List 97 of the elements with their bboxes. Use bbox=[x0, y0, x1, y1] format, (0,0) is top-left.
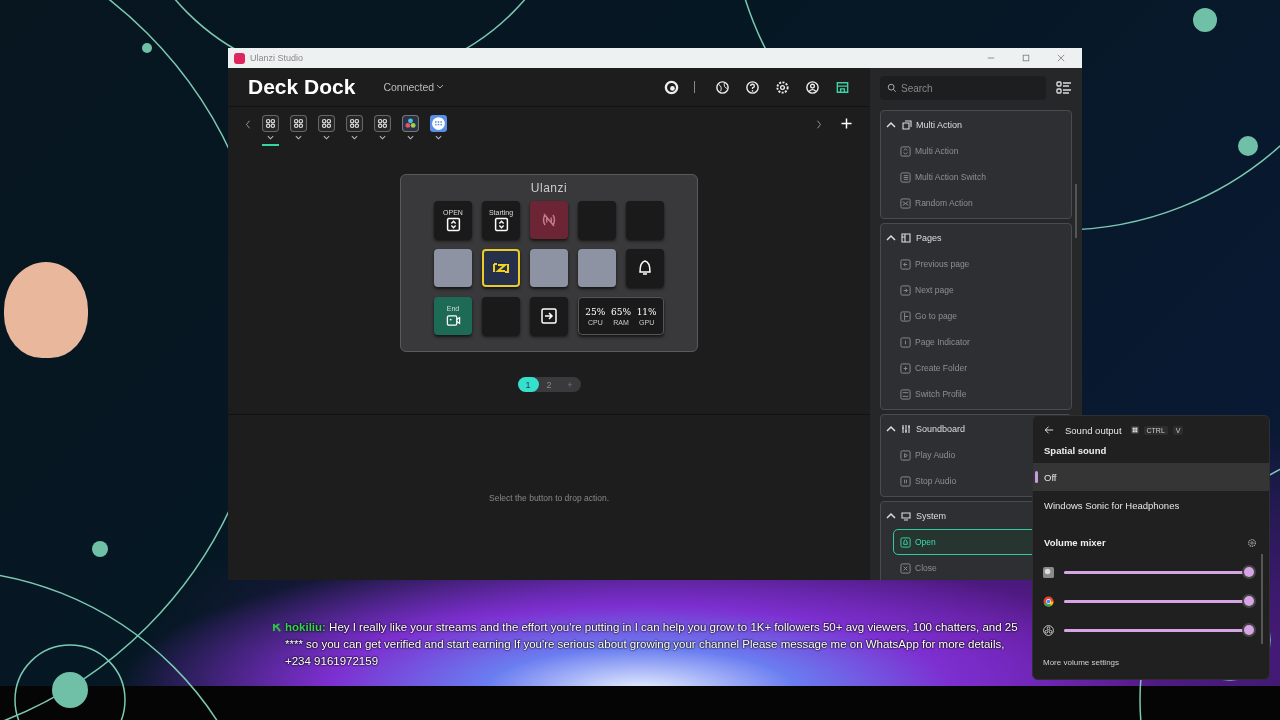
up-down-icon bbox=[445, 216, 461, 232]
group-icon bbox=[900, 422, 912, 435]
planet-dot bbox=[52, 672, 88, 708]
user-badge-icon bbox=[273, 623, 282, 632]
maximize-icon[interactable] bbox=[1022, 54, 1030, 62]
grid-icon bbox=[374, 115, 391, 132]
app-logo-icon bbox=[234, 52, 245, 64]
caret-icon bbox=[435, 135, 442, 140]
scroll-right-icon[interactable] bbox=[816, 119, 822, 130]
help-icon[interactable] bbox=[745, 79, 760, 95]
action-item[interactable]: Page Indicator bbox=[881, 329, 1071, 355]
deck-key[interactable] bbox=[482, 249, 520, 287]
planet-dot bbox=[142, 43, 152, 53]
caret-icon bbox=[323, 135, 330, 140]
group-icon bbox=[900, 118, 912, 131]
action-icon bbox=[900, 362, 911, 374]
up-down-icon bbox=[493, 216, 509, 232]
action-item[interactable]: Next page bbox=[881, 277, 1071, 303]
chevron-icon bbox=[886, 424, 896, 433]
chevron-icon bbox=[886, 511, 896, 520]
globe-icon[interactable] bbox=[715, 79, 730, 95]
metric-value: 65% bbox=[610, 306, 631, 317]
group-header[interactable]: Multi Action bbox=[881, 111, 1071, 138]
back-icon[interactable] bbox=[1044, 425, 1054, 435]
add-icon[interactable] bbox=[841, 118, 852, 129]
windows-key-icon bbox=[1130, 426, 1139, 434]
planet-dot bbox=[1238, 136, 1258, 156]
metric-value: 11% bbox=[636, 306, 657, 317]
action-item[interactable]: Multi Action bbox=[881, 138, 1071, 164]
record-app-icon bbox=[1043, 625, 1054, 636]
caret-icon bbox=[267, 135, 274, 140]
user-icon[interactable] bbox=[805, 79, 820, 95]
action-icon bbox=[900, 449, 911, 461]
action-icon bbox=[900, 536, 911, 548]
action-icon bbox=[900, 310, 911, 322]
planet-dot bbox=[1193, 8, 1217, 32]
app-title: Deck Dock bbox=[248, 75, 356, 99]
color-dots-icon bbox=[402, 115, 419, 132]
deck-key[interactable] bbox=[530, 297, 568, 335]
chevron-icon bbox=[886, 233, 896, 242]
group-header[interactable]: Pages bbox=[881, 224, 1071, 251]
chat-message: hokiliu: Hey I really like your streams and the effort you're putting in I can help you grow to 1K+ followers 50+ avg viewers, 100 chatters, and 25 **** so you can get verified and start earning If you're serious about growing your channel Please message me on WhatsApp for more details, +234 9161972159 bbox=[285, 620, 1019, 669]
store-icon[interactable] bbox=[835, 79, 850, 95]
action-item[interactable]: Multi Action Switch bbox=[881, 164, 1071, 190]
chevron-icon bbox=[886, 120, 896, 129]
keypad-icon bbox=[430, 115, 447, 132]
grid-icon bbox=[262, 115, 279, 132]
action-item[interactable]: Go to page bbox=[881, 303, 1071, 329]
action-icon bbox=[900, 336, 911, 348]
action-icon bbox=[900, 171, 911, 183]
page-tab[interactable]: 2 bbox=[538, 377, 560, 392]
spatial-option[interactable]: Windows Sonic for Headphones bbox=[1033, 491, 1269, 519]
action-icon bbox=[900, 475, 911, 487]
search-icon bbox=[887, 83, 897, 93]
spatial-option[interactable]: Off bbox=[1033, 463, 1269, 491]
caret-icon bbox=[351, 135, 358, 140]
planet-dot bbox=[92, 541, 108, 557]
search-field[interactable]: Search bbox=[880, 76, 1046, 100]
action-icon bbox=[900, 284, 911, 296]
browser-icon bbox=[1043, 596, 1054, 607]
device-tab[interactable] bbox=[262, 115, 279, 146]
page-tab[interactable]: 1 bbox=[517, 377, 539, 392]
connection-dropdown[interactable]: Connected bbox=[383, 81, 445, 93]
action-item[interactable]: Random Action bbox=[881, 190, 1071, 216]
arrow-box-icon bbox=[539, 306, 559, 326]
close-icon[interactable] bbox=[1057, 54, 1065, 62]
drop-hint: Select the button to drop action. bbox=[489, 492, 609, 503]
deck-key[interactable] bbox=[626, 249, 664, 287]
action-icon bbox=[900, 145, 911, 157]
flyout-title: Sound output bbox=[1065, 424, 1122, 436]
caret-icon bbox=[379, 135, 386, 140]
window-title: Ulanzi Studio bbox=[250, 53, 304, 63]
action-item[interactable]: Switch Profile bbox=[881, 381, 1071, 407]
action-item[interactable]: Create Folder bbox=[881, 355, 1071, 381]
ring-logo-icon[interactable] bbox=[664, 79, 679, 95]
action-icon bbox=[900, 562, 911, 574]
camera-icon bbox=[445, 312, 461, 328]
action-icon bbox=[900, 197, 911, 209]
action-icon bbox=[900, 388, 911, 400]
list-view-icon[interactable] bbox=[1056, 81, 1072, 95]
metric-value: 25% bbox=[585, 306, 606, 317]
action-item[interactable]: Previous page bbox=[881, 251, 1071, 277]
action-item[interactable]: Close bbox=[881, 555, 1071, 580]
grid-icon bbox=[318, 115, 335, 132]
app-icon bbox=[1043, 567, 1054, 578]
group-icon bbox=[900, 231, 912, 244]
grid-icon bbox=[290, 115, 307, 132]
group-icon bbox=[900, 509, 912, 522]
caret-icon bbox=[407, 135, 414, 140]
grid-icon bbox=[346, 115, 363, 132]
caret-icon bbox=[436, 84, 445, 90]
section-title: Spatial sound bbox=[1043, 444, 1108, 458]
scroll-left-icon[interactable] bbox=[245, 119, 251, 130]
more-settings-link[interactable]: More volume settings bbox=[1033, 658, 1269, 679]
device-name: Ulanzi bbox=[530, 181, 568, 195]
caret-icon bbox=[295, 135, 302, 140]
action-icon bbox=[900, 258, 911, 270]
